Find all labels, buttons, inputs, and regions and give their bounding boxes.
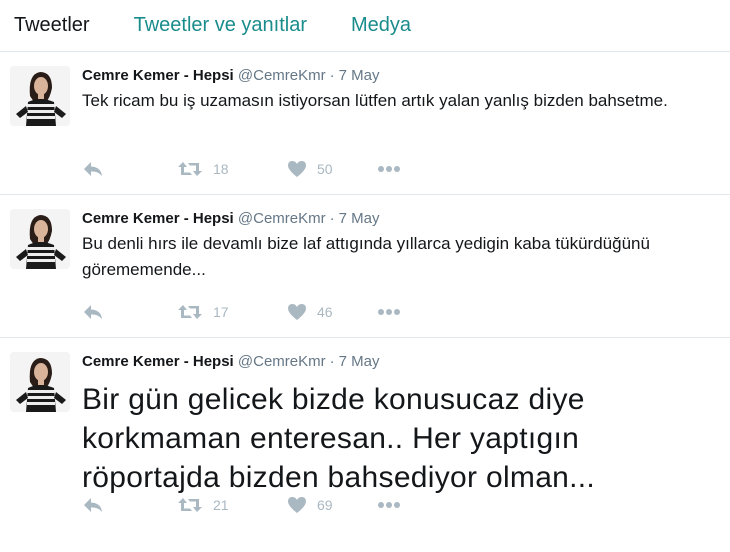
- like-button[interactable]: 46: [287, 303, 377, 321]
- tab-tweets-and-replies[interactable]: Tweetler ve yanıtlar: [134, 14, 307, 37]
- reply-button[interactable]: [82, 303, 177, 321]
- more-button[interactable]: [377, 165, 401, 173]
- retweet-count: 17: [213, 304, 229, 320]
- retweet-icon: [177, 160, 203, 178]
- heart-icon: [287, 496, 307, 514]
- author-handle[interactable]: @CemreKmr: [238, 353, 326, 370]
- author-name[interactable]: Cemre Kemer - Hepsi: [82, 67, 234, 84]
- separator: ·: [329, 353, 335, 370]
- tweet-date[interactable]: 7 May: [339, 353, 380, 370]
- more-button[interactable]: [377, 501, 401, 509]
- more-button[interactable]: [377, 308, 401, 316]
- like-button[interactable]: 69: [287, 496, 377, 514]
- tweet-text: Tek ricam bu iş uzamasın istiyorsan lütf…: [82, 91, 668, 110]
- tweet-text: Bu denli hırs ile devamlı bize laf attıg…: [82, 234, 650, 279]
- author-handle[interactable]: @CemreKmr: [238, 67, 326, 84]
- like-count: 69: [317, 497, 333, 513]
- tweet-header: Cemre Kemer - Hepsi @CemreKmr · 7 May: [82, 66, 720, 86]
- tweet[interactable]: Cemre Kemer - Hepsi @CemreKmr · 7 May Bu d…: [0, 195, 730, 338]
- like-count: 50: [317, 161, 333, 177]
- more-icon: [377, 308, 401, 316]
- separator: ·: [329, 67, 335, 84]
- tab-media[interactable]: Medya: [351, 14, 411, 37]
- avatar[interactable]: [10, 352, 70, 412]
- tweet-date[interactable]: 7 May: [339, 67, 380, 84]
- like-count: 46: [317, 304, 333, 320]
- reply-button[interactable]: [82, 496, 177, 514]
- tweet[interactable]: Cemre Kemer - Hepsi @CemreKmr · 7 May Bir …: [0, 338, 730, 552]
- tweet-actions: 21 69: [82, 495, 401, 515]
- tweet-header: Cemre Kemer - Hepsi @CemreKmr · 7 May: [82, 209, 720, 229]
- more-icon: [377, 501, 401, 509]
- retweet-button[interactable]: 21: [177, 496, 287, 514]
- reply-icon: [82, 160, 104, 178]
- like-button[interactable]: 50: [287, 160, 377, 178]
- author-name[interactable]: Cemre Kemer - Hepsi: [82, 353, 234, 370]
- reply-icon: [82, 303, 104, 321]
- more-icon: [377, 165, 401, 173]
- tweet[interactable]: Cemre Kemer - Hepsi @CemreKmr · 7 May Tek …: [0, 52, 730, 195]
- tweet-actions: 17 46: [82, 302, 401, 322]
- avatar[interactable]: [10, 209, 70, 269]
- reply-icon: [82, 496, 104, 514]
- profile-tabs: Tweetler Tweetler ve yanıtlar Medya: [0, 0, 730, 52]
- tweet-actions: 18 50: [82, 159, 401, 179]
- reply-button[interactable]: [82, 160, 177, 178]
- tweet-text: Bir gün gelicek bizde konusucaz diye kor…: [82, 383, 596, 494]
- separator: ·: [329, 210, 335, 227]
- author-handle[interactable]: @CemreKmr: [238, 210, 326, 227]
- retweet-button[interactable]: 17: [177, 303, 287, 321]
- tweet-date[interactable]: 7 May: [339, 210, 380, 227]
- retweet-icon: [177, 303, 203, 321]
- tab-tweets[interactable]: Tweetler: [14, 14, 90, 37]
- retweet-count: 18: [213, 161, 229, 177]
- retweet-count: 21: [213, 497, 229, 513]
- retweet-button[interactable]: 18: [177, 160, 287, 178]
- heart-icon: [287, 160, 307, 178]
- tweet-header: Cemre Kemer - Hepsi @CemreKmr · 7 May: [82, 352, 720, 372]
- avatar[interactable]: [10, 66, 70, 126]
- author-name[interactable]: Cemre Kemer - Hepsi: [82, 210, 234, 227]
- retweet-icon: [177, 496, 203, 514]
- heart-icon: [287, 303, 307, 321]
